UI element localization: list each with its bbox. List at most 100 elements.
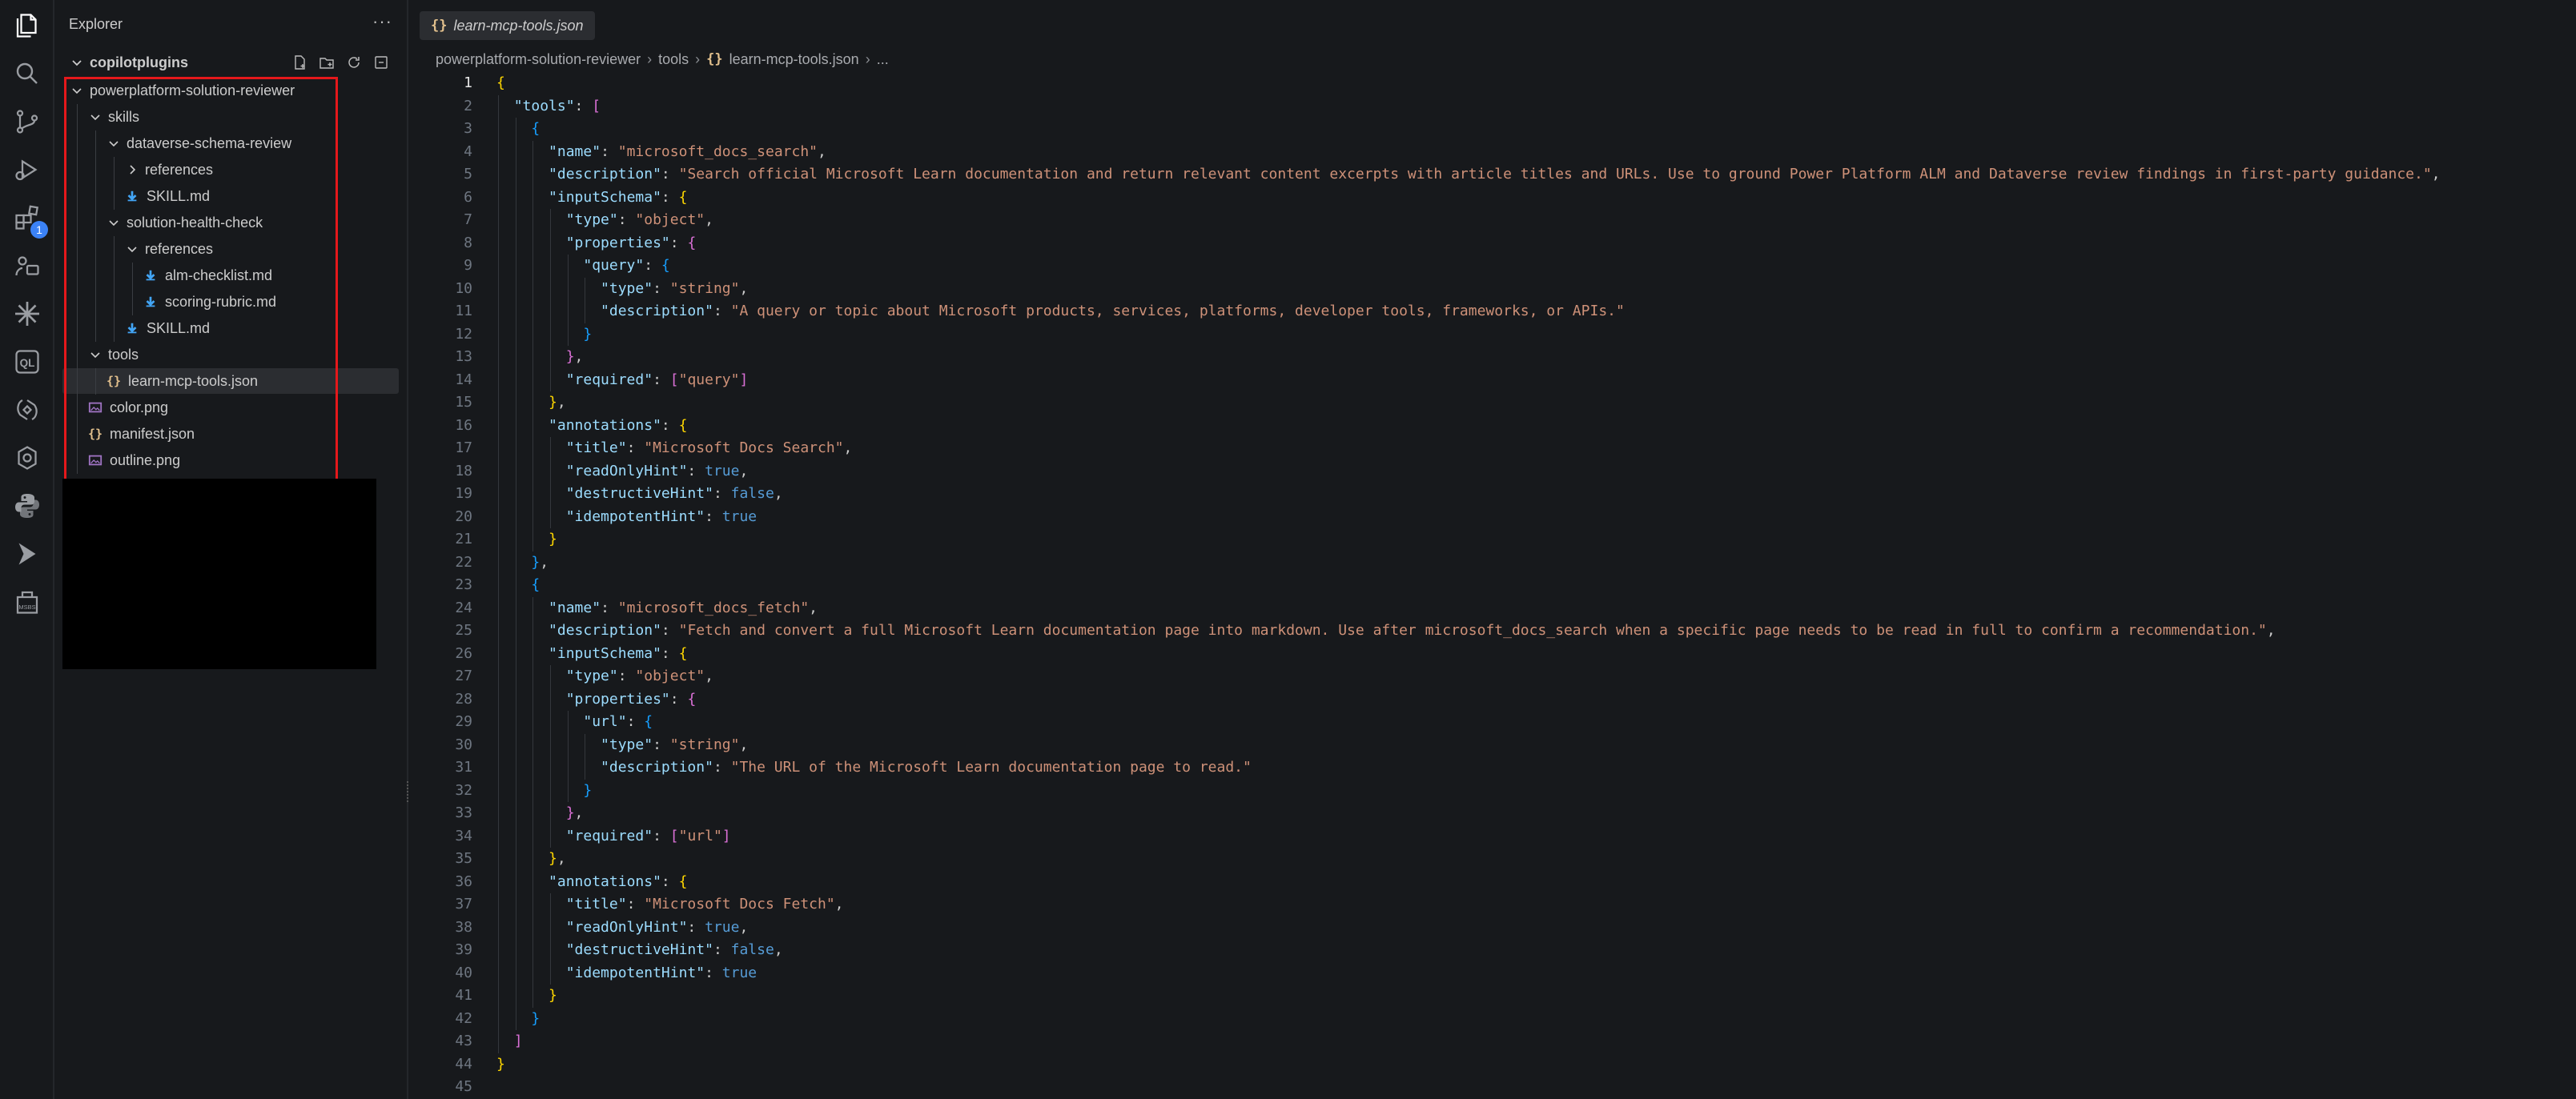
explorer-icon[interactable] — [8, 6, 46, 45]
source-control-icon[interactable] — [8, 102, 46, 141]
refresh-icon[interactable] — [344, 53, 364, 72]
extensions-icon[interactable]: 1 — [8, 199, 48, 239]
indent-guide — [532, 642, 534, 665]
code-line[interactable]: "type": "string", — [496, 278, 748, 301]
indent-guide — [498, 824, 499, 848]
indent-guide — [498, 1030, 499, 1053]
breadcrumb-item[interactable]: tools — [658, 51, 689, 68]
code-line[interactable]: "description": "Search official Microsof… — [496, 163, 2440, 187]
tree-folder[interactable]: references — [62, 236, 399, 262]
code-line[interactable]: }, — [496, 391, 566, 415]
code-line[interactable]: "required": ["query"] — [496, 369, 749, 392]
breadcrumb-item[interactable]: learn-mcp-tools.json — [729, 51, 859, 68]
tree-folder[interactable]: powerplatform-solution-reviewer — [62, 78, 399, 103]
code-line[interactable]: "readOnlyHint": true, — [496, 917, 749, 940]
search-icon[interactable] — [8, 54, 46, 93]
code-line[interactable]: } — [496, 780, 592, 803]
line-number: 39 — [455, 941, 472, 958]
code-line[interactable]: { — [496, 574, 540, 597]
collapse-all-icon[interactable] — [372, 53, 391, 72]
code-line[interactable]: }, — [496, 552, 549, 575]
code-line[interactable]: "url": { — [496, 711, 653, 734]
new-file-icon[interactable] — [290, 53, 309, 72]
code-line[interactable]: "properties": { — [496, 232, 697, 255]
line-number: 22 — [455, 553, 472, 571]
code-line[interactable]: "inputSchema": { — [496, 643, 687, 666]
code-line[interactable]: "required": ["url"] — [496, 825, 731, 848]
new-folder-icon[interactable] — [317, 53, 336, 72]
code-line[interactable]: "readOnlyHint": true, — [496, 460, 749, 483]
tree-file[interactable]: {} manifest.json — [62, 421, 399, 447]
workspace-section-header[interactable]: copilotplugins — [54, 50, 407, 75]
tree-file[interactable]: alm-checklist.md — [62, 263, 399, 288]
tree-folder[interactable]: solution-health-check — [62, 210, 399, 235]
code-line[interactable]: "type": "object", — [496, 209, 713, 232]
line-number: 28 — [455, 690, 472, 708]
indent-guide — [532, 231, 534, 255]
code-line[interactable]: "tools": [ — [496, 95, 601, 118]
code-line[interactable]: }, — [496, 802, 584, 825]
code-line[interactable]: { — [496, 118, 540, 141]
tree-file[interactable]: SKILL.md — [62, 315, 399, 341]
code-line[interactable]: "description": "The URL of the Microsoft… — [496, 756, 1252, 780]
code-line[interactable]: } — [496, 323, 592, 347]
code-line[interactable]: "name": "microsoft_docs_search", — [496, 141, 826, 164]
indent-guide — [532, 255, 534, 278]
code-line[interactable]: "properties": { — [496, 688, 697, 712]
tab-learn-mcp-tools-json[interactable]: {} learn-mcp-tools.json — [420, 11, 595, 40]
code-line[interactable]: "annotations": { — [496, 871, 687, 894]
more-actions-icon[interactable]: ··· — [372, 11, 392, 32]
indent-guide — [550, 505, 552, 528]
gear-loop-icon[interactable] — [8, 439, 46, 477]
code-line[interactable]: "title": "Microsoft Docs Fetch", — [496, 893, 844, 917]
code-line[interactable]: "description": "A query or topic about M… — [496, 300, 1625, 323]
indent-guide — [532, 985, 534, 1008]
indent-guide — [532, 391, 534, 415]
code-line[interactable]: "idempotentHint": true — [496, 506, 757, 529]
msbuild-icon[interactable]: MSBS — [8, 583, 46, 621]
indent-guide — [498, 528, 499, 552]
tree-folder[interactable]: references — [62, 157, 399, 182]
code-line[interactable]: } — [496, 985, 557, 1008]
copilot-icon[interactable] — [8, 391, 46, 429]
code-line[interactable]: "annotations": { — [496, 415, 687, 438]
tree-folder[interactable]: tools — [62, 342, 399, 367]
code-line[interactable]: }, — [496, 346, 584, 369]
breadcrumb-item[interactable]: powerplatform-solution-reviewer — [436, 51, 641, 68]
tree-file[interactable]: scoring-rubric.md — [62, 289, 399, 315]
code-line[interactable]: "destructiveHint": false, — [496, 483, 783, 506]
image-file-icon — [87, 452, 103, 468]
run-debug-icon[interactable] — [8, 150, 46, 189]
code-line[interactable]: "inputSchema": { — [496, 187, 687, 210]
indent-guide — [532, 802, 534, 825]
code-line[interactable]: "description": "Fetch and convert a full… — [496, 620, 2276, 643]
spark-icon[interactable] — [8, 295, 46, 333]
indent-guide — [498, 665, 499, 688]
tree-folder[interactable]: dataverse-schema-review — [62, 130, 399, 156]
remote-icon[interactable] — [8, 247, 46, 285]
tree-file[interactable]: outline.png — [62, 447, 399, 473]
code-line[interactable]: } — [496, 1008, 540, 1031]
breadcrumb-item[interactable]: ... — [877, 51, 889, 68]
indent-guide — [498, 459, 499, 483]
tree-file[interactable]: {} learn-mcp-tools.json — [62, 368, 399, 394]
ql-icon[interactable]: QL — [8, 343, 46, 381]
code-line[interactable]: "destructiveHint": false, — [496, 939, 783, 962]
tree-file[interactable]: color.png — [62, 395, 399, 420]
code-line[interactable]: "type": "object", — [496, 665, 713, 688]
indent-guide — [550, 368, 552, 391]
code-line[interactable]: } — [496, 528, 557, 552]
code-line[interactable]: }, — [496, 848, 566, 871]
code-line[interactable]: "name": "microsoft_docs_fetch", — [496, 597, 818, 620]
code-line[interactable]: "type": "string", — [496, 734, 748, 757]
python-icon[interactable] — [8, 487, 46, 525]
tree-item-label: outline.png — [110, 451, 181, 468]
code-line[interactable]: ] — [496, 1030, 523, 1053]
code-line[interactable]: "idempotentHint": true — [496, 962, 757, 985]
code-line[interactable]: "query": { — [496, 255, 669, 278]
tree-file[interactable]: SKILL.md — [62, 183, 399, 209]
code-line[interactable]: { — [496, 72, 505, 95]
code-line[interactable]: } — [496, 1053, 505, 1077]
tree-folder[interactable]: skills — [62, 104, 399, 130]
terminal-arrow-icon[interactable] — [8, 535, 46, 573]
